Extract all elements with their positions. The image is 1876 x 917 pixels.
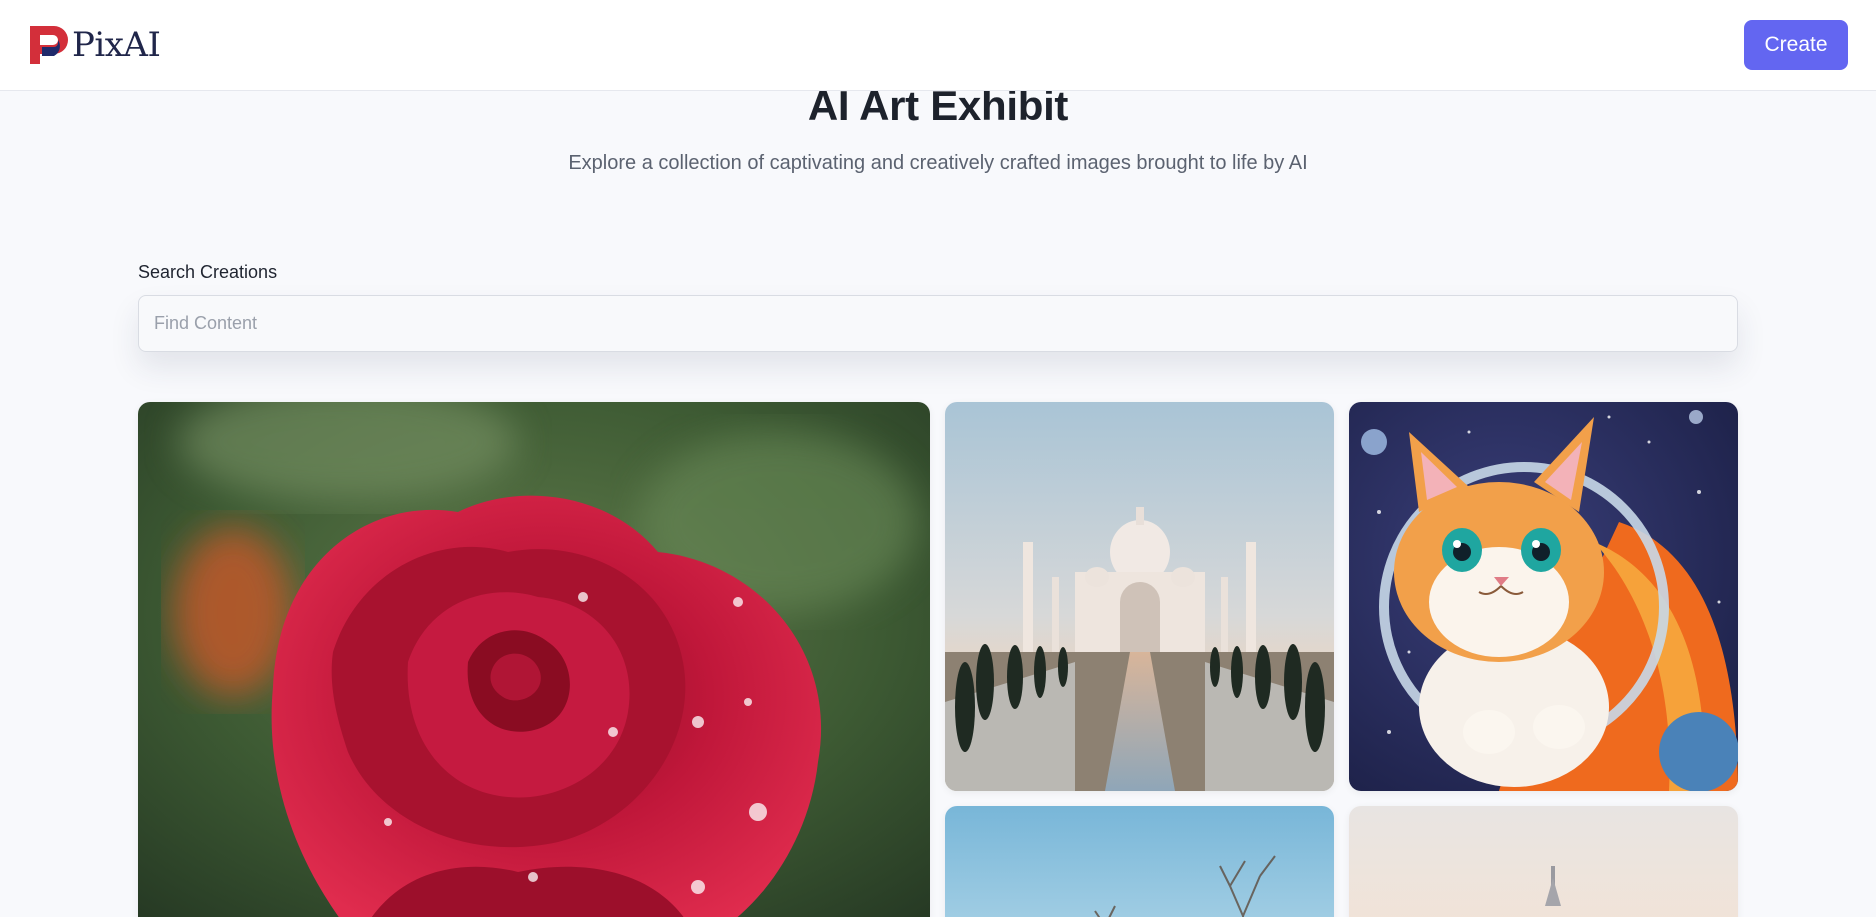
gallery-card-domed-building[interactable] bbox=[1349, 806, 1738, 917]
domed-building-image bbox=[1349, 806, 1738, 917]
gallery-card-bare-tree[interactable] bbox=[945, 806, 1334, 917]
logo[interactable]: PixAI bbox=[28, 24, 161, 66]
top-navbar: PixAI Create bbox=[0, 0, 1876, 91]
gallery-card-kitten-astronaut[interactable] bbox=[1349, 402, 1738, 791]
logo-text: PixAI bbox=[72, 25, 161, 65]
image-gallery bbox=[0, 0, 1876, 917]
gallery-card-rose[interactable] bbox=[138, 402, 930, 917]
create-button[interactable]: Create bbox=[1744, 20, 1848, 70]
bare-tree-image bbox=[945, 806, 1334, 917]
logo-mark-icon bbox=[30, 26, 68, 64]
rose-image bbox=[138, 402, 930, 917]
kitten-astronaut-image bbox=[1349, 402, 1738, 791]
taj-mahal-image bbox=[945, 402, 1334, 791]
gallery-card-taj-mahal[interactable] bbox=[945, 402, 1334, 791]
